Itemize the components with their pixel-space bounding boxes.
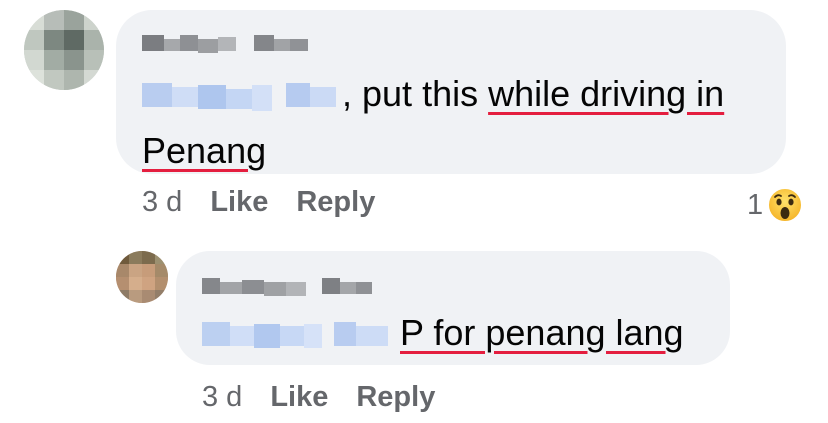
reply-actions: 3 d Like Reply xyxy=(202,381,435,414)
comment-text-line1: , put this while driving in xyxy=(342,73,725,114)
reaction-summary[interactable]: 1 xyxy=(747,186,804,224)
highlighted-phrase: P for penang lang xyxy=(400,312,684,353)
reply-mention-tag-redacted[interactable] xyxy=(202,316,392,355)
reply-timestamp[interactable]: 3 d xyxy=(202,381,242,413)
replier-avatar[interactable] xyxy=(116,251,168,303)
highlighted-phrase: Penang xyxy=(142,130,267,171)
like-button[interactable]: Like xyxy=(270,381,328,413)
replier-name-redacted[interactable] xyxy=(202,274,374,303)
reply-button[interactable]: Reply xyxy=(356,381,435,413)
mention-tag-redacted[interactable] xyxy=(142,77,340,116)
reaction-count: 1 xyxy=(747,188,764,221)
reply-button[interactable]: Reply xyxy=(296,186,375,218)
reply-text: P for penang lang xyxy=(400,304,684,362)
wow-emoji-icon xyxy=(767,187,804,223)
comment-actions: 3 d Like Reply xyxy=(142,186,375,219)
comment-timestamp[interactable]: 3 d xyxy=(142,186,182,218)
comment-text-line2: Penang xyxy=(142,122,266,180)
commenter-avatar[interactable] xyxy=(24,10,104,90)
commenter-name-redacted[interactable] xyxy=(142,31,310,60)
highlighted-phrase: while driving in xyxy=(488,73,725,114)
like-button[interactable]: Like xyxy=(210,186,268,218)
